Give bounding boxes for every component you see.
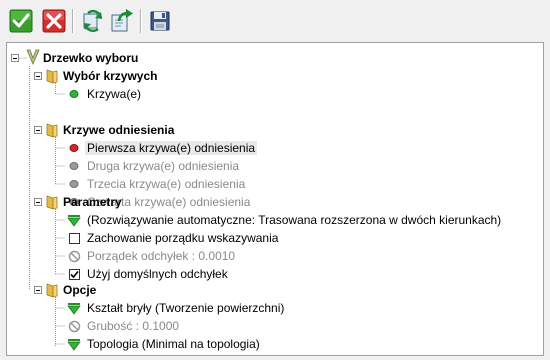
tree-item-krzywa-label: Krzywa(e) (87, 87, 142, 101)
toolbar (0, 0, 550, 40)
swap-button[interactable] (81, 9, 105, 33)
collapse-toggle-wybor[interactable] (34, 72, 42, 80)
status-green-icon (69, 90, 79, 98)
collapse-toggle-root[interactable] (11, 54, 19, 62)
v-root-icon (26, 49, 40, 65)
tree-item-porzadek[interactable]: Porządek odchyłek : 0.0010 (87, 247, 235, 265)
tree-item-zachowanie[interactable]: Zachowanie porządku wskazywania (87, 229, 278, 247)
tree-item-pierwsza-label: Pierwsza krzywa(e) odniesienia (85, 141, 258, 155)
collapse-toggle-parametry[interactable] (34, 198, 42, 206)
tree-node-opcje[interactable]: Opcje (63, 281, 96, 299)
refresh-arrows-icon (83, 10, 103, 32)
checkbox-zachowanie[interactable] (69, 233, 80, 244)
tree-node-opcje-label: Opcje (63, 283, 97, 297)
tree-item-trzecia-label: Trzecia krzywa(e) odniesienia (87, 177, 246, 191)
tree-item-zachowanie-label: Zachowanie porządku wskazywania (87, 231, 279, 245)
tree-item-krzywa[interactable]: Krzywa(e) (87, 85, 141, 103)
cancel-button[interactable] (42, 9, 66, 33)
status-gray-icon (69, 180, 79, 188)
tree-item-uzyj-label: Użyj domyślnych odchyłek (87, 267, 228, 281)
tree-node-krzywe-label: Krzywe odniesienia (63, 123, 175, 137)
tree-item-druga[interactable]: Druga krzywa(e) odniesienia (87, 157, 239, 175)
green-dropdown-arrow-icon[interactable] (67, 215, 81, 227)
collapse-toggle-opcje[interactable] (34, 286, 42, 294)
tree-root-label: Drzewko wyboru (43, 51, 139, 65)
tree-node-krzywe[interactable]: Krzywe odniesienia (63, 121, 174, 139)
toolbar-separator (72, 9, 74, 33)
disabled-icon (68, 250, 81, 263)
folder-icon (46, 123, 58, 138)
tree-item-druga-label: Druga krzywa(e) odniesienia (87, 159, 240, 173)
export-arrow-icon (111, 9, 133, 32)
tree-node-parametry[interactable]: Parametry (63, 193, 122, 211)
green-dropdown-arrow-icon[interactable] (67, 303, 81, 315)
tree-item-porzadek-label: Porządek odchyłek : 0.0010 (87, 249, 236, 263)
tree-item-topologia-label: Topologia (Minimal na topologia) (87, 337, 260, 351)
folder-icon (46, 283, 58, 298)
status-red-icon (69, 144, 79, 152)
tree-item-rozwiazywanie[interactable]: (Rozwiązywanie automatyczne: Trasowana r… (87, 211, 501, 229)
tree-root[interactable]: Drzewko wyboru (43, 49, 138, 67)
status-gray-icon (69, 162, 79, 170)
tree-item-ksztalt-bryly[interactable]: Kształt bryły (Tworzenie powierzchni) (87, 299, 284, 317)
tree-item-topologia[interactable]: Topologia (Minimal na topologia) (87, 335, 260, 353)
folder-icon (46, 195, 58, 210)
selection-tree-panel[interactable]: Drzewko wyboru Wybór krzywych Krzywa(e) … (6, 42, 544, 356)
export-button[interactable] (110, 9, 134, 33)
green-checkmark-icon (9, 9, 33, 33)
tree-item-grubosc-label: Grubość : 0.1000 (87, 319, 180, 333)
disabled-icon (68, 320, 81, 333)
save-button[interactable] (148, 9, 172, 33)
tree-item-grubosc[interactable]: Grubość : 0.1000 (87, 317, 179, 335)
checkbox-domyslne-odchylki[interactable] (69, 269, 80, 280)
tree-node-wybor-label: Wybór krzywych (63, 69, 158, 83)
checkmark-icon (70, 270, 79, 279)
folder-icon (46, 69, 58, 84)
ok-button[interactable] (9, 9, 33, 33)
tree-item-uzyj-domyslnych[interactable]: Użyj domyślnych odchyłek (87, 265, 228, 283)
tree-item-trzecia[interactable]: Trzecia krzywa(e) odniesienia (87, 175, 245, 193)
tree-item-rozwiazywanie-label: (Rozwiązywanie automatyczne: Trasowana r… (87, 213, 502, 227)
toolbar-separator (140, 9, 142, 33)
green-dropdown-arrow-icon[interactable] (67, 339, 81, 351)
red-x-icon (42, 9, 66, 33)
tree-item-pierwsza[interactable]: Pierwsza krzywa(e) odniesienia (85, 139, 258, 157)
collapse-toggle-krzywe[interactable] (34, 126, 42, 134)
tree-node-wybor[interactable]: Wybór krzywych (63, 67, 157, 85)
tree-node-parametry-label: Parametry (63, 195, 122, 209)
tree-item-ksztalt-label: Kształt bryły (Tworzenie powierzchni) (87, 301, 285, 315)
floppy-disk-icon (150, 11, 170, 31)
